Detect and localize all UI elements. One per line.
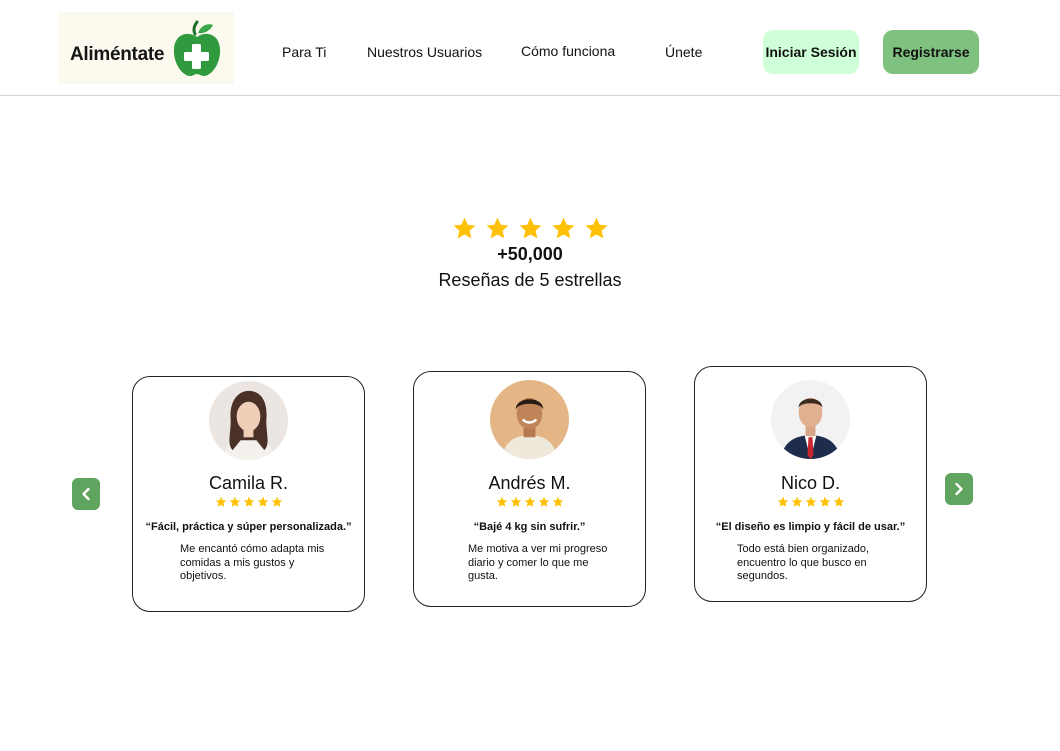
testimonial-stars xyxy=(414,496,645,508)
star-icon xyxy=(243,496,254,507)
star-icon xyxy=(791,496,802,507)
star-icon xyxy=(585,217,607,239)
avatar xyxy=(209,381,288,460)
chevron-right-icon xyxy=(955,482,963,496)
brand-logo[interactable]: Aliméntate xyxy=(58,12,234,84)
rating-summary: +50,000 Reseñas de 5 estrellas xyxy=(0,212,1060,291)
login-button[interactable]: Iniciar Sesión xyxy=(763,30,859,74)
testimonial-quote: “Bajé 4 kg sin sufrir.” xyxy=(473,521,586,533)
review-count: +50,000 xyxy=(497,244,563,264)
register-button[interactable]: Registrarse xyxy=(883,30,979,74)
carousel-prev-button[interactable] xyxy=(72,478,100,510)
testimonial-stars xyxy=(133,496,364,508)
star-icon xyxy=(833,496,844,507)
star-icon xyxy=(453,217,475,239)
star-icon xyxy=(777,496,788,507)
star-icon xyxy=(538,496,549,507)
testimonial-name: Camila R. xyxy=(208,473,288,493)
star-icon xyxy=(552,496,563,507)
testimonial-card: Nico D. “El diseño es limpio y fácil de … xyxy=(694,366,927,602)
review-subtitle: Reseñas de 5 estrellas xyxy=(438,270,622,290)
testimonial-name: Andrés M. xyxy=(488,473,571,493)
star-icon xyxy=(271,496,282,507)
star-icon xyxy=(486,217,508,239)
star-icon xyxy=(519,217,541,239)
avatar xyxy=(490,380,569,459)
star-icon xyxy=(257,496,268,507)
nav-item-nuestros-usuarios[interactable]: Nuestros Usuarios xyxy=(367,44,482,60)
nav-item-como-funciona[interactable]: Cómo funciona xyxy=(521,43,615,59)
chevron-left-icon xyxy=(82,487,90,501)
star-icon xyxy=(496,496,507,507)
site-header: Aliméntate Para Ti Nuestros Usuarios Cóm… xyxy=(0,0,1060,96)
avatar xyxy=(771,380,850,459)
testimonial-text: Me encantó cómo adapta mis comidas a mis… xyxy=(180,543,325,582)
testimonial-quote: “El diseño es limpio y fácil de usar.” xyxy=(715,521,906,533)
testimonial-stars xyxy=(695,496,926,508)
star-icon xyxy=(552,217,574,239)
star-icon xyxy=(524,496,535,507)
nav-item-unete[interactable]: Únete xyxy=(665,44,702,60)
testimonial-card: Camila R. “Fácil, práctica y súper perso… xyxy=(132,376,365,612)
star-icon xyxy=(805,496,816,507)
brand-name: Aliméntate xyxy=(70,44,165,65)
star-icon xyxy=(819,496,830,507)
testimonial-text: Me motiva a ver mi progreso diario y com… xyxy=(468,543,608,582)
rating-stars xyxy=(0,212,1060,242)
carousel-next-button[interactable] xyxy=(945,473,973,505)
testimonial-card: Andrés M. “Bajé 4 kg sin sufrir.” Me mot… xyxy=(413,371,646,607)
star-icon xyxy=(215,496,226,507)
testimonial-name: Nico D. xyxy=(780,473,840,493)
testimonial-quote: “Fácil, práctica y súper personalizada.” xyxy=(145,521,352,533)
nav-item-para-ti[interactable]: Para Ti xyxy=(282,44,326,60)
apple-plus-icon xyxy=(171,20,223,80)
star-icon xyxy=(510,496,521,507)
testimonial-text: Todo está bien organizado, encuentro lo … xyxy=(737,543,870,582)
star-icon xyxy=(229,496,240,507)
